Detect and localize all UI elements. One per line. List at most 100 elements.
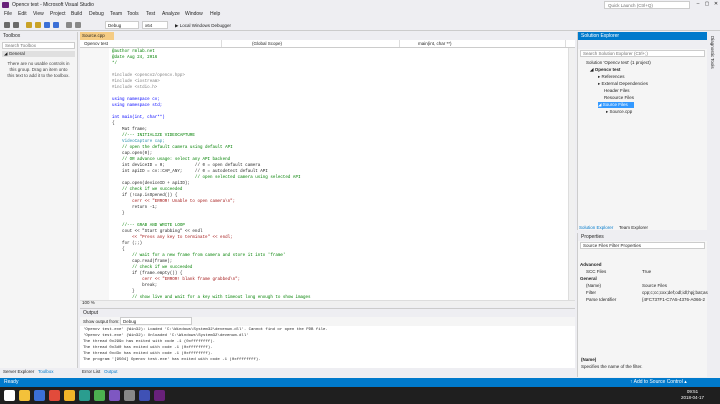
tab-error-list[interactable]: Error List: [82, 369, 100, 374]
code-line: #include <iostream>: [112, 80, 160, 84]
properties-category-advanced[interactable]: Advanced: [580, 262, 602, 267]
maximize-button[interactable]: ▢: [703, 1, 711, 9]
code-line: break;: [112, 284, 158, 288]
left-tab-strip: Server Explorer Toolbox: [0, 368, 78, 377]
app-icon-7[interactable]: [124, 390, 135, 401]
property-row-name[interactable]: (Name) Source Files: [582, 283, 706, 290]
app-icon-1[interactable]: [34, 390, 45, 401]
code-line: Mat frame;: [112, 128, 148, 132]
start-icon[interactable]: [4, 390, 15, 401]
tree-item-header-files[interactable]: Header Files: [604, 88, 630, 93]
solution-search-input[interactable]: Search Solution Explorer (Ctrl+;): [580, 50, 705, 57]
tab-server-explorer[interactable]: Server Explorer: [3, 369, 34, 374]
code-line: @author rmlab.net: [112, 50, 155, 54]
property-row-filter[interactable]: Filter cpp;c;cc;cxx;def;odl;idl;hpj;bat;a…: [582, 290, 712, 297]
output-line: The thread 0xd3c has exited with code -1…: [83, 352, 213, 356]
menu-file[interactable]: File: [4, 11, 12, 17]
menu-view[interactable]: View: [33, 11, 44, 17]
toolbar: Debug x64 ▶ Local Windows Debugger: [0, 19, 720, 31]
scope-nav-select[interactable]: (Global Scope): [250, 40, 400, 47]
app-icon-8[interactable]: [139, 390, 150, 401]
code-line: if (!cap.isOpened()) {: [112, 194, 178, 198]
property-row-parse-identifier[interactable]: Parse Identifier {4FC737F1-C7A5-4376-A066…: [582, 297, 706, 304]
tab-solution-explorer[interactable]: Solution Explorer: [579, 225, 613, 230]
zoom-level[interactable]: 100 %: [82, 300, 95, 305]
editor-horizontal-scrollbar[interactable]: [80, 300, 575, 307]
configuration-select[interactable]: Debug: [105, 21, 139, 29]
menu-build[interactable]: Build: [71, 11, 82, 17]
menu-analyze[interactable]: Analyze: [162, 11, 180, 17]
tab-toolbox[interactable]: Toolbox: [38, 369, 54, 374]
status-text: Ready: [4, 379, 19, 385]
property-description-title: (Name): [581, 357, 597, 362]
undo-icon[interactable]: [66, 22, 72, 28]
clock[interactable]: 09:51 2018-04-17: [681, 389, 704, 401]
save-icon[interactable]: [44, 22, 50, 28]
new-project-icon[interactable]: [26, 22, 32, 28]
app-icon-2[interactable]: [49, 390, 60, 401]
close-button[interactable]: ✕: [712, 1, 720, 9]
menu-edit[interactable]: Edit: [18, 11, 27, 17]
visual-studio-icon[interactable]: [154, 390, 165, 401]
tab-diagnostic-tools[interactable]: Diagnostic Tools: [710, 36, 715, 69]
save-all-icon[interactable]: [53, 22, 59, 28]
property-row-scc-files[interactable]: SCC Files True: [582, 269, 706, 276]
tree-item-resource-files[interactable]: Resource Files: [604, 95, 634, 100]
properties-category-general[interactable]: General: [580, 276, 597, 281]
right-tab-strip: Diagnostic Tools: [708, 32, 720, 377]
tree-item-project[interactable]: ◢ Opencv test: [590, 67, 620, 73]
toolbox-pane: Toolbox Search Toolbox ◢ General There a…: [0, 32, 78, 368]
menu-team[interactable]: Team: [110, 11, 122, 17]
app-icon-4[interactable]: [79, 390, 90, 401]
tree-item-external-dependencies[interactable]: ▸ External Dependencies: [598, 81, 648, 87]
property-key: SCC Files: [586, 269, 607, 274]
tab-team-explorer[interactable]: Team Explorer: [619, 225, 648, 230]
tree-item-solution[interactable]: Solution 'Opencv test' (1 project): [586, 60, 651, 65]
code-line: using namespace std;: [112, 104, 163, 108]
tree-item-source-files[interactable]: ◢ Source Files: [598, 102, 634, 108]
output-source-select[interactable]: Debug: [120, 317, 192, 325]
forward-icon[interactable]: [13, 22, 19, 28]
menu-window[interactable]: Window: [185, 11, 203, 17]
code-line: cerr << "ERROR! blank frame grabbed\n";: [112, 278, 241, 282]
platform-select[interactable]: x64: [142, 21, 168, 29]
explorer-icon[interactable]: [19, 390, 30, 401]
output-line: The thread 0x3d0 has exited with code -1…: [83, 346, 213, 350]
code-line: //--- GRAB AND WRITE LOOP: [112, 224, 185, 228]
output-line: 'Opencv test.exe' (Win32): Unloaded 'C:\…: [83, 334, 249, 338]
toolbox-search-input[interactable]: Search Toolbox: [2, 42, 75, 49]
menu-debug[interactable]: Debug: [89, 11, 104, 17]
app-icon-3[interactable]: [64, 390, 75, 401]
output-title: Output: [80, 309, 575, 317]
status-bar: Ready ↑ Add to Source Control ▴: [0, 378, 720, 387]
tab-output[interactable]: Output: [104, 369, 118, 374]
add-to-source-control-button[interactable]: ↑ Add to Source Control ▴: [630, 379, 687, 385]
editor-tab-strip: [80, 32, 575, 40]
code-line: return -1;: [112, 206, 158, 210]
tab-source-cpp[interactable]: Source.cpp: [80, 32, 114, 40]
member-nav-select[interactable]: main(int, char **): [416, 40, 566, 47]
clock-date: 2018-04-17: [680, 395, 704, 400]
local-debugger-button[interactable]: ▶ Local Windows Debugger: [172, 21, 240, 29]
menu-tools[interactable]: Tools: [127, 11, 139, 17]
code-line: for (;;): [112, 242, 143, 246]
redo-icon[interactable]: [75, 22, 81, 28]
properties-object-select[interactable]: Source Files Filter Properties: [580, 242, 705, 249]
editor-vertical-scrollbar[interactable]: [568, 48, 575, 300]
project-nav-select[interactable]: Opencv test: [82, 40, 222, 47]
toolbox-empty-message: There are no usable controls in this gro…: [7, 61, 70, 78]
open-file-icon[interactable]: [35, 22, 41, 28]
back-icon[interactable]: [4, 22, 10, 28]
minimize-button[interactable]: –: [694, 1, 702, 9]
menu-help[interactable]: Help: [210, 11, 220, 17]
code-line: #include <opencv2/opencv.hpp>: [112, 74, 185, 78]
app-icon-6[interactable]: [109, 390, 120, 401]
code-line: int main(int, char**): [112, 116, 165, 120]
menu-test[interactable]: Test: [146, 11, 155, 17]
tree-item-source-cpp[interactable]: ▸ Source.cpp: [606, 109, 632, 115]
menu-project[interactable]: Project: [50, 11, 66, 17]
code-line: cap.open(0);: [112, 152, 153, 156]
app-icon-5[interactable]: [94, 390, 105, 401]
quick-launch-input[interactable]: Quick Launch (Ctrl+Q): [604, 1, 690, 9]
tree-item-references[interactable]: ▸ References: [598, 74, 625, 80]
